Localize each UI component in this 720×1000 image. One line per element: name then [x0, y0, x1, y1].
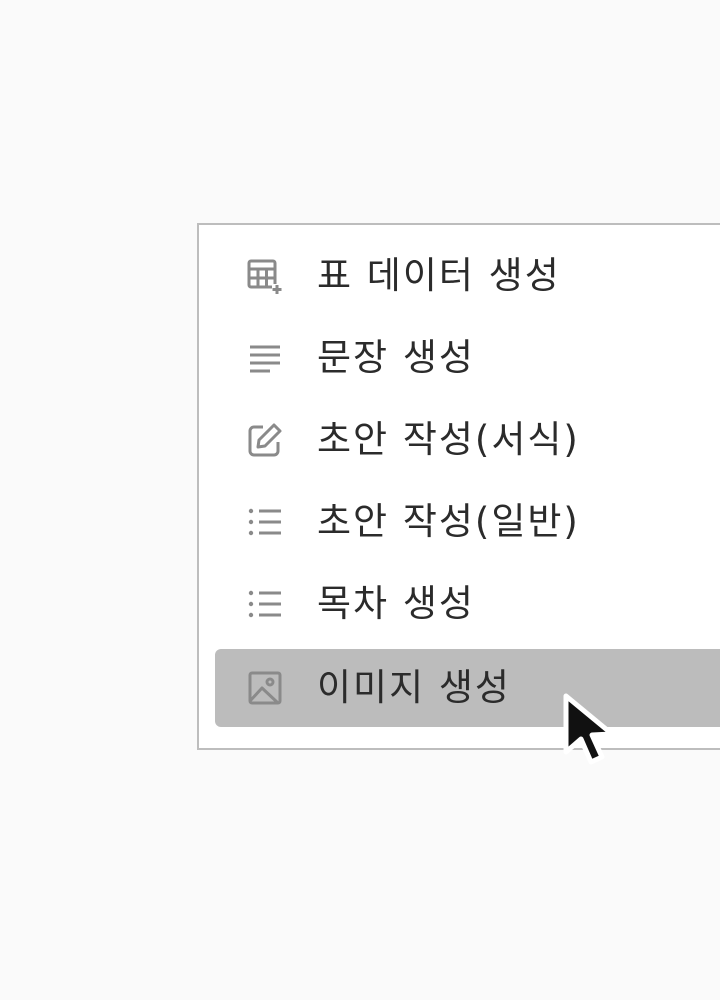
menu-item-label: 목차 생성 — [317, 582, 475, 625]
table-plus-icon — [245, 256, 285, 296]
menu-item-draft-general[interactable]: 초안 작성(일반) — [215, 483, 720, 561]
image-icon — [245, 668, 285, 708]
bullet-list-icon — [245, 502, 285, 542]
context-menu: 표 데이터 생성 문장 생성 초안 작성(서식) 초안 작성(일반) 목차 생성… — [197, 223, 720, 750]
text-lines-icon — [245, 338, 285, 378]
menu-item-sentence[interactable]: 문장 생성 — [215, 319, 720, 397]
menu-item-label: 초안 작성(일반) — [317, 500, 580, 543]
bullet-list-icon — [245, 584, 285, 624]
menu-item-label: 초안 작성(서식) — [317, 418, 580, 461]
menu-item-draft-formatted[interactable]: 초안 작성(서식) — [215, 401, 720, 479]
menu-item-label: 표 데이터 생성 — [317, 254, 561, 297]
menu-item-toc[interactable]: 목차 생성 — [215, 565, 720, 643]
menu-item-label: 이미지 생성 — [317, 666, 511, 709]
menu-item-table-data[interactable]: 표 데이터 생성 — [215, 237, 720, 315]
edit-icon — [245, 420, 285, 460]
mouse-pointer-icon — [560, 690, 630, 780]
menu-item-image[interactable]: 이미지 생성 — [215, 649, 720, 727]
menu-item-label: 문장 생성 — [317, 336, 475, 379]
